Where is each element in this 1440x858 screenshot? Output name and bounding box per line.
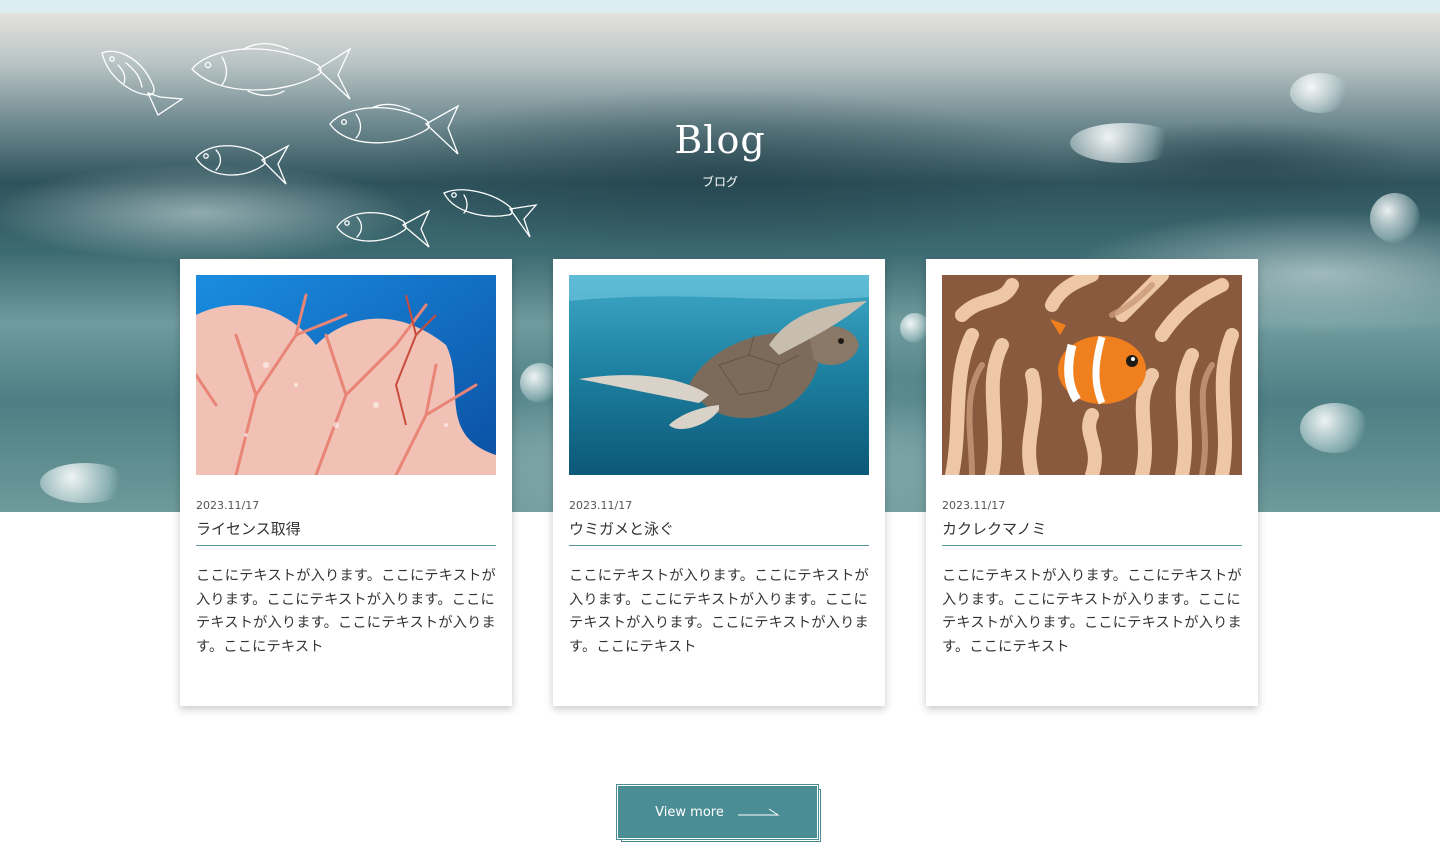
page-subtitle: ブログ [701, 175, 738, 189]
divider [942, 545, 1242, 546]
fish-line-icon [336, 209, 431, 248]
blog-card[interactable]: 2023.11/17 カクレクマノミ ここにテキストが入ります。ここにテキストが… [926, 259, 1258, 706]
post-excerpt: ここにテキストが入ります。ここにテキストが入ります。ここにテキストが入ります。こ… [569, 568, 869, 655]
arrow-right-icon [737, 808, 780, 816]
post-date: 2023.11/17 [569, 499, 633, 512]
blog-card-image[interactable] [569, 275, 869, 475]
bubble-decoration [1370, 193, 1420, 243]
top-strip [0, 0, 1440, 13]
bubble-decoration [40, 463, 130, 503]
blog-card[interactable]: 2023.11/17 ウミガメと泳ぐ ここにテキストが入ります。ここにテキストが… [553, 259, 885, 706]
clownfish-photo [942, 275, 1242, 475]
divider [196, 545, 496, 546]
bubble-decoration [1290, 73, 1350, 113]
bubble-decoration [1300, 403, 1370, 453]
view-more-button[interactable]: View more [616, 784, 819, 840]
blog-card-image[interactable] [942, 275, 1242, 475]
post-excerpt: ここにテキストが入ります。ここにテキストが入ります。ここにテキストが入ります。こ… [196, 568, 496, 655]
post-title[interactable]: カクレクマノミ [942, 518, 1047, 539]
post-title[interactable]: ウミガメと泳ぐ [569, 518, 674, 539]
divider [569, 545, 869, 546]
view-more-container: View more [616, 784, 823, 844]
post-title[interactable]: ライセンス取得 [196, 518, 301, 539]
post-date: 2023.11/17 [196, 499, 260, 512]
page-title: Blog [674, 118, 766, 162]
blog-card-image[interactable] [196, 275, 496, 475]
coral-photo [196, 275, 496, 475]
blog-card[interactable]: 2023.11/17 ライセンス取得 ここにテキストが入ります。ここにテキストが… [180, 259, 512, 706]
post-date: 2023.11/17 [942, 499, 1006, 512]
view-more-label: View more [655, 804, 724, 820]
post-excerpt: ここにテキストが入ります。ここにテキストが入ります。ここにテキストが入ります。こ… [942, 568, 1242, 655]
fish-line-icon [443, 189, 538, 238]
sea-turtle-photo [569, 275, 869, 475]
fish-line-icon [101, 50, 184, 116]
